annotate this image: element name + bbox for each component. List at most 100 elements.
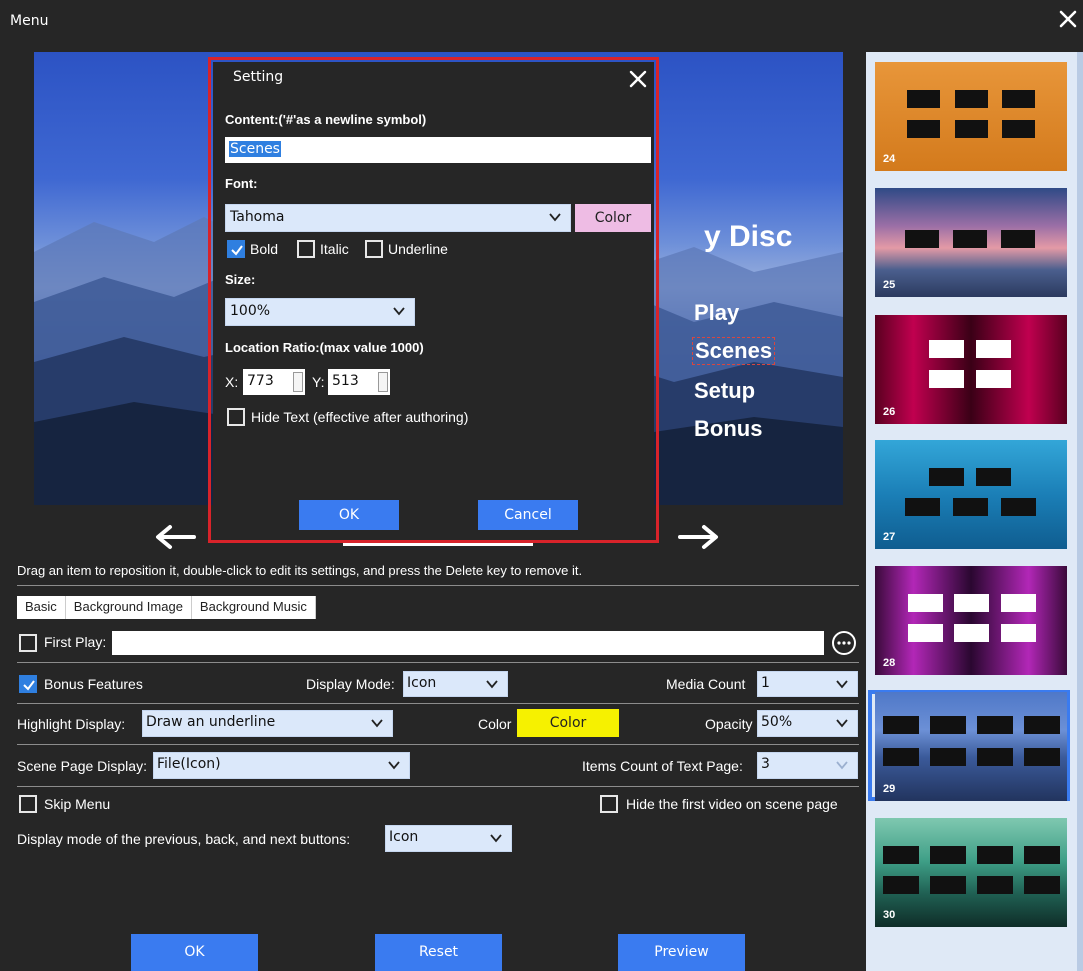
scene-page-display-label: Scene Page Display: bbox=[17, 758, 147, 774]
template-item[interactable]: 27 bbox=[875, 440, 1067, 549]
dialog-cancel-button[interactable]: Cancel bbox=[478, 500, 578, 530]
nav-buttons-display-label: Display mode of the previous, back, and … bbox=[17, 831, 351, 847]
items-count-select[interactable]: 3 bbox=[757, 752, 858, 779]
template-number: 27 bbox=[883, 531, 896, 543]
font-color-button[interactable]: Color bbox=[575, 204, 651, 232]
size-label: Size: bbox=[225, 272, 256, 287]
hide-first-video-checkbox[interactable] bbox=[600, 795, 618, 813]
preview-button[interactable]: Preview bbox=[618, 934, 745, 971]
dialog-close-icon[interactable] bbox=[627, 68, 649, 90]
menu-item-bonus[interactable]: Bonus bbox=[694, 416, 762, 442]
chevron-down-icon bbox=[486, 680, 498, 689]
chevron-down-icon bbox=[393, 307, 405, 316]
italic-checkbox[interactable] bbox=[297, 240, 315, 258]
media-count-select[interactable]: 1 bbox=[757, 671, 858, 697]
bonus-features-checkbox[interactable] bbox=[19, 675, 37, 693]
template-number: 26 bbox=[883, 406, 896, 418]
underline-checkbox[interactable] bbox=[365, 240, 383, 258]
next-page-arrow-icon[interactable] bbox=[674, 520, 724, 554]
nav-buttons-display-value: Icon bbox=[389, 829, 419, 845]
template-number: 25 bbox=[883, 279, 896, 291]
more-options-icon[interactable] bbox=[831, 630, 857, 656]
hide-first-video-label: Hide the first video on scene page bbox=[626, 796, 838, 812]
template-item[interactable]: 26 bbox=[875, 315, 1067, 424]
previous-page-arrow-icon[interactable] bbox=[150, 520, 200, 554]
y-spin-arrows-icon[interactable] bbox=[378, 372, 388, 392]
chevron-down-icon bbox=[836, 719, 848, 728]
first-play-checkbox[interactable] bbox=[19, 634, 37, 652]
close-icon[interactable] bbox=[1055, 6, 1081, 32]
checkmark-icon bbox=[23, 680, 35, 691]
nav-buttons-display-select[interactable]: Icon bbox=[385, 825, 512, 852]
ok-button[interactable]: OK bbox=[131, 934, 258, 971]
highlight-color-button[interactable]: Color bbox=[517, 709, 619, 737]
font-select-value: Tahoma bbox=[230, 209, 285, 225]
italic-label: Italic bbox=[320, 241, 349, 257]
tab-background-image[interactable]: Background Image bbox=[65, 596, 192, 619]
font-label: Font: bbox=[225, 176, 258, 191]
underline-label: Underline bbox=[388, 241, 448, 257]
chevron-down-icon bbox=[490, 834, 502, 843]
skip-menu-label: Skip Menu bbox=[44, 796, 111, 812]
divider bbox=[17, 585, 859, 586]
content-input[interactable]: Scenes bbox=[225, 137, 651, 163]
template-item[interactable]: 30 bbox=[875, 818, 1067, 927]
tab-basic[interactable]: Basic bbox=[17, 596, 66, 619]
content-selected-text: Scenes bbox=[229, 141, 281, 157]
template-number: 29 bbox=[883, 783, 896, 795]
instruction-text: Drag an item to reposition it, double-cl… bbox=[17, 563, 583, 578]
chevron-down-icon bbox=[836, 761, 848, 770]
divider bbox=[17, 703, 859, 704]
reset-button[interactable]: Reset bbox=[375, 934, 502, 971]
template-number: 24 bbox=[883, 153, 896, 165]
menu-item-scenes[interactable]: Scenes bbox=[692, 337, 776, 365]
divider bbox=[17, 662, 859, 663]
size-select[interactable]: 100% bbox=[225, 298, 415, 326]
bold-checkbox[interactable] bbox=[227, 240, 245, 258]
size-select-value: 100% bbox=[230, 303, 271, 319]
x-label: X: bbox=[225, 374, 239, 390]
template-item[interactable]: 28 bbox=[875, 566, 1067, 675]
chevron-down-icon bbox=[549, 213, 561, 222]
opacity-value: 50% bbox=[761, 714, 793, 730]
menu-title-text[interactable]: y Disc bbox=[704, 220, 792, 254]
skip-menu-checkbox[interactable] bbox=[19, 795, 37, 813]
content-label: Content:('#'as a newline symbol) bbox=[225, 112, 427, 127]
chevron-down-icon bbox=[388, 761, 400, 770]
media-count-label: Media Count bbox=[666, 676, 746, 692]
menu-item-setup[interactable]: Setup bbox=[694, 378, 755, 404]
menu-item-play[interactable]: Play bbox=[694, 300, 739, 326]
hide-text-label: Hide Text (effective after authoring) bbox=[251, 409, 469, 425]
dialog-ok-button[interactable]: OK bbox=[299, 500, 399, 530]
highlight-color-label: Color bbox=[478, 716, 512, 732]
template-number: 30 bbox=[883, 909, 896, 921]
template-item[interactable]: 25 bbox=[875, 188, 1067, 297]
window-title: Menu bbox=[10, 13, 49, 29]
font-select[interactable]: Tahoma bbox=[225, 204, 571, 232]
scene-page-display-select[interactable]: File(Icon) bbox=[153, 752, 410, 779]
opacity-label: Opacity bbox=[705, 716, 753, 732]
display-mode-select[interactable]: Icon bbox=[403, 671, 508, 697]
y-stepper[interactable]: 513 bbox=[328, 369, 390, 395]
highlight-display-value: Draw an underline bbox=[146, 714, 276, 730]
x-spin-arrows-icon[interactable] bbox=[293, 372, 303, 392]
hide-text-checkbox[interactable] bbox=[227, 408, 245, 426]
first-play-input[interactable] bbox=[112, 631, 824, 655]
media-count-value: 1 bbox=[761, 675, 770, 691]
x-value: 773 bbox=[247, 373, 274, 389]
opacity-select[interactable]: 50% bbox=[757, 710, 858, 737]
highlight-display-select[interactable]: Draw an underline bbox=[142, 710, 393, 737]
items-count-value: 3 bbox=[761, 756, 770, 772]
template-item[interactable]: 24 bbox=[875, 62, 1067, 171]
divider bbox=[17, 744, 859, 745]
tab-background-music[interactable]: Background Music bbox=[191, 596, 316, 619]
divider bbox=[17, 786, 859, 787]
display-mode-value: Icon bbox=[407, 675, 437, 691]
template-item[interactable]: 29 bbox=[875, 692, 1067, 801]
x-stepper[interactable]: 773 bbox=[243, 369, 305, 395]
scene-page-display-value: File(Icon) bbox=[157, 756, 221, 772]
first-play-label: First Play: bbox=[44, 634, 107, 650]
template-list-scrollbar[interactable] bbox=[1077, 52, 1083, 971]
dialog-title: Setting bbox=[233, 69, 284, 85]
checkmark-icon bbox=[231, 245, 243, 256]
